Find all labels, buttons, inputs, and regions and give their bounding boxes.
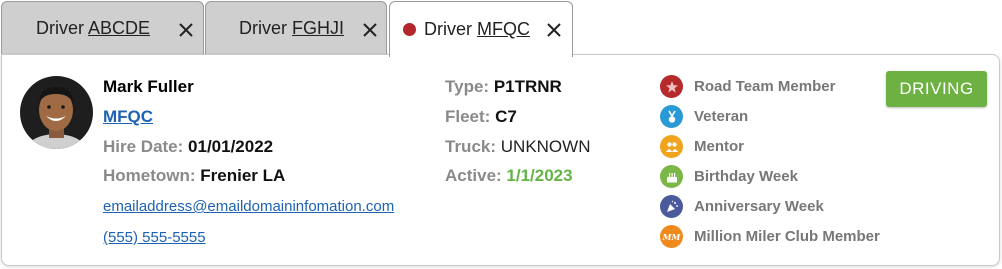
badge-anniversary-week: Anniversary Week — [660, 195, 824, 218]
medal-icon — [660, 105, 683, 128]
badge-veteran: Veteran — [660, 105, 748, 128]
close-icon[interactable] — [361, 21, 379, 39]
tab-driver-abcde[interactable]: Driver ABCDE — [1, 1, 204, 55]
badge-road-team-member: Road Team Member — [660, 75, 835, 98]
mm-club-icon: MM — [660, 225, 683, 248]
fleet-value: C7 — [495, 107, 517, 126]
badge-label: Veteran — [694, 108, 749, 125]
badge-label: Birthday Week — [694, 168, 798, 185]
star-icon — [660, 75, 683, 98]
badge-label: Mentor — [694, 138, 744, 155]
email-link[interactable]: emailaddress@emaildomaininfomation.com — [103, 198, 394, 215]
active-label: Active: — [445, 166, 502, 185]
hire-date-label: Hire Date: — [103, 137, 184, 156]
type-label: Type: — [445, 77, 490, 96]
truck-field: Truck: UNKNOWN — [445, 137, 590, 157]
active-field: Active: 1/1/2023 — [445, 166, 573, 186]
phone-link[interactable]: (555) 555-5555 — [103, 229, 206, 246]
active-indicator-dot — [403, 23, 416, 36]
badge-birthday-week: Birthday Week — [660, 165, 798, 188]
tab-label: Driver MFQC — [424, 19, 530, 39]
badge-million-miler-club-member: MM Million Miler Club Member — [660, 225, 880, 248]
driver-name: Mark Fuller — [103, 77, 194, 96]
hometown: Hometown: Frenier LA — [103, 166, 285, 186]
truck-label: Truck: — [445, 137, 497, 156]
hire-date-value: 01/01/2022 — [188, 137, 274, 156]
fleet-label: Fleet: — [445, 107, 491, 126]
badge-label: Million Miler Club Member — [694, 228, 880, 245]
fleet-field: Fleet: C7 — [445, 107, 517, 127]
truck-value: UNKNOWN — [500, 137, 591, 156]
driver-tab-bar: Driver ABCDE Driver FGHJI Driver MFQC — [0, 0, 1002, 57]
tab-label: Driver FGHJI — [239, 18, 344, 38]
tab-driver-fghji[interactable]: Driver FGHJI — [205, 1, 387, 55]
tab-label: Driver ABCDE — [36, 18, 151, 38]
driver-code-link[interactable]: MFQC — [103, 107, 153, 127]
type-value: P1TRNR — [493, 77, 562, 96]
active-value: 1/1/2023 — [506, 166, 573, 185]
cake-icon — [660, 165, 683, 188]
driver-profile-card: Mark Fuller MFQC Hire Date: 01/01/2022 H… — [1, 54, 1000, 266]
avatar — [20, 76, 93, 149]
close-icon[interactable] — [545, 21, 563, 39]
hometown-label: Hometown: — [103, 166, 196, 185]
close-icon[interactable] — [177, 21, 195, 39]
party-icon — [660, 195, 683, 218]
badge-label: Road Team Member — [694, 78, 836, 95]
badge-label: Anniversary Week — [694, 198, 824, 215]
driving-status-button[interactable]: DRIVING — [886, 71, 987, 107]
badge-mentor: Mentor — [660, 135, 744, 158]
hometown-value: Frenier LA — [200, 166, 286, 185]
people-icon — [660, 135, 683, 158]
hire-date: Hire Date: 01/01/2022 — [103, 137, 273, 157]
type-field: Type: P1TRNR — [445, 77, 562, 97]
tab-driver-mfqc[interactable]: Driver MFQC — [389, 1, 573, 57]
